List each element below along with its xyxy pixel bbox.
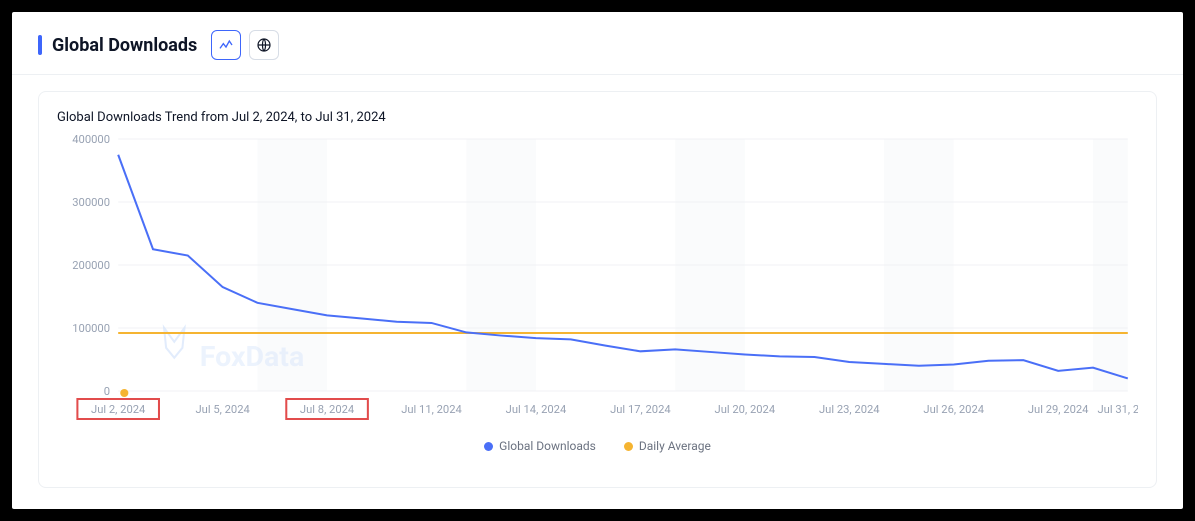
svg-text:Jul 29, 2024: Jul 29, 2024 — [1028, 403, 1089, 416]
svg-text:400000: 400000 — [72, 133, 110, 146]
legend-item-downloads[interactable]: Global Downloads — [484, 439, 596, 453]
chart-card: Global Downloads Trend from Jul 2, 2024,… — [38, 91, 1157, 488]
svg-text:Jul 11, 2024: Jul 11, 2024 — [401, 403, 462, 416]
legend-dot — [484, 442, 493, 451]
header: Global Downloads — [12, 12, 1183, 75]
svg-text:200000: 200000 — [72, 259, 110, 272]
svg-text:0: 0 — [104, 385, 110, 398]
line-chart-icon — [218, 37, 234, 53]
svg-text:FoxData: FoxData — [200, 340, 304, 373]
view-toggle-group — [211, 30, 279, 60]
chart-svg: 0 100000 200000 300000 400000 FoxData Jul 2, 2… — [57, 131, 1138, 431]
svg-text:Jul 8, 2024: Jul 8, 2024 — [300, 403, 354, 416]
page-title: Global Downloads — [52, 35, 197, 56]
globe-icon — [256, 37, 272, 53]
chart-title: Global Downloads Trend from Jul 2, 2024,… — [57, 110, 1138, 125]
svg-text:Jul 2, 2024: Jul 2, 2024 — [91, 403, 145, 416]
svg-text:Jul 31, 2024: Jul 31, 2024 — [1097, 403, 1138, 416]
legend: Global Downloads Daily Average — [57, 439, 1138, 453]
svg-text:100000: 100000 — [72, 322, 110, 335]
svg-text:Jul 20, 2024: Jul 20, 2024 — [715, 403, 776, 416]
legend-label: Global Downloads — [499, 439, 596, 453]
svg-text:Jul 26, 2024: Jul 26, 2024 — [923, 403, 984, 416]
legend-item-average[interactable]: Daily Average — [624, 439, 711, 453]
app-frame: Global Downloads Global Downloads Trend … — [12, 12, 1183, 509]
svg-text:Jul 5, 2024: Jul 5, 2024 — [195, 403, 249, 416]
svg-text:Jul 14, 2024: Jul 14, 2024 — [506, 403, 567, 416]
svg-text:Jul 23, 2024: Jul 23, 2024 — [819, 403, 880, 416]
svg-text:300000: 300000 — [72, 196, 110, 209]
svg-text:Jul 17, 2024: Jul 17, 2024 — [610, 403, 671, 416]
legend-dot — [624, 442, 633, 451]
chart-area: 0 100000 200000 300000 400000 FoxData Jul 2, 2… — [57, 131, 1138, 431]
globe-view-button[interactable] — [249, 30, 279, 60]
title-accent — [38, 35, 42, 55]
line-chart-view-button[interactable] — [211, 30, 241, 60]
legend-label: Daily Average — [639, 439, 711, 453]
